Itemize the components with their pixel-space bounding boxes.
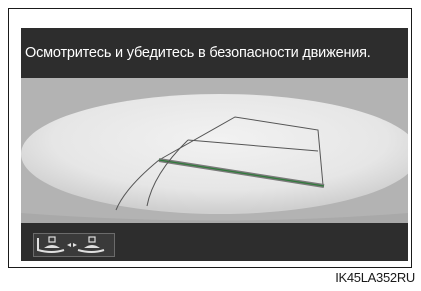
front-rear-view-switch-icon — [37, 236, 105, 253]
figure-code: IK45LA352RU — [335, 270, 415, 285]
view-area-ellipse — [21, 94, 408, 214]
view-switch-button[interactable] — [33, 233, 115, 257]
bottom-bar — [21, 223, 408, 261]
safety-message: Осмотритесь и убедитесь в безопасности д… — [25, 45, 371, 61]
display-screen: Осмотритесь и убедитесь в безопасности д… — [21, 28, 408, 261]
camera-view — [21, 78, 408, 223]
